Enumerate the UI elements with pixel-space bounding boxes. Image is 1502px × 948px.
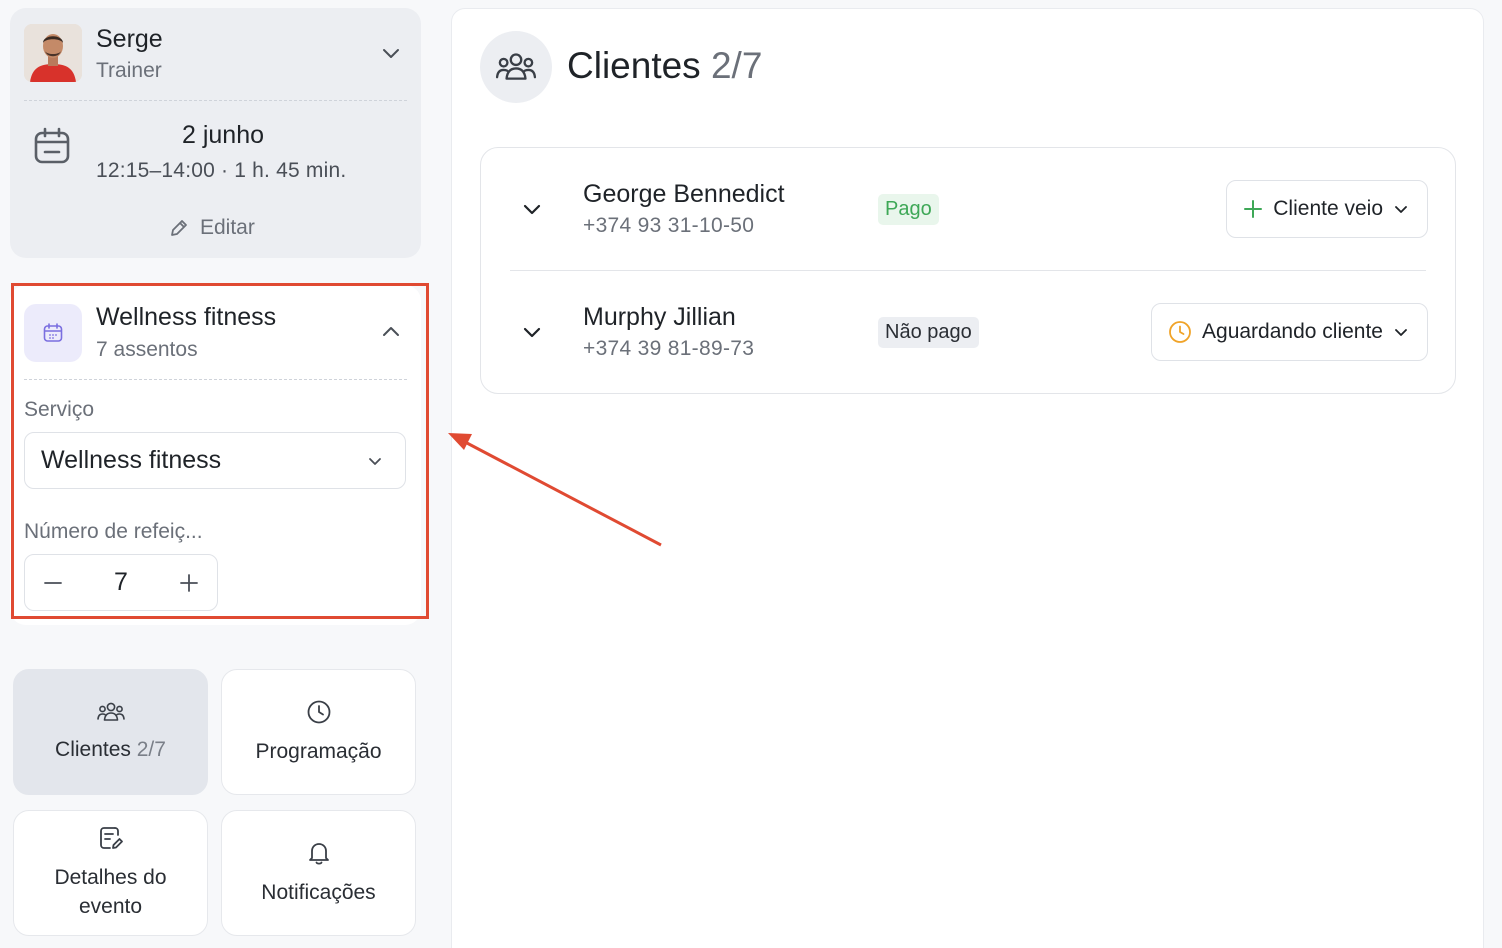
trainer-role: Trainer: [96, 59, 162, 82]
attendance-status-label: Cliente veio: [1273, 197, 1383, 220]
chevron-down-icon: [1395, 329, 1407, 336]
trainer-name: Serge: [96, 25, 163, 53]
people-icon: [96, 702, 125, 721]
increment-button[interactable]: [177, 571, 201, 595]
client-name: Murphy Jillian: [583, 303, 736, 331]
chevron-down-icon: [369, 457, 381, 465]
tab-schedule-label: Programação: [255, 739, 382, 763]
pencil-icon: [171, 220, 187, 236]
chevron-up-icon[interactable]: [380, 321, 402, 343]
edit-document-icon: [99, 827, 123, 849]
service-seats: 7 assentos: [96, 338, 198, 361]
tab-notifications-label: Notificações: [261, 880, 376, 904]
payment-status-badge: Não pago: [878, 317, 979, 348]
client-phone: +374 93 31-10-50: [583, 214, 755, 237]
chevron-down-icon: [1395, 206, 1407, 213]
tab-event-details-label: Detalhes do evento: [54, 866, 167, 918]
trainer-avatar: [24, 24, 82, 82]
tab-schedule[interactable]: Programação: [221, 669, 416, 795]
selected-service: Wellness fitness: [41, 446, 222, 474]
client-name: George Bennedict: [583, 180, 785, 208]
clients-panel: Clientes 2/7 George Bennedict +374 93 31…: [451, 8, 1484, 948]
tab-clients[interactable]: Clientes 2/7: [13, 669, 208, 795]
service-field-label: Serviço: [24, 398, 95, 421]
attendance-status-dropdown[interactable]: Aguardando cliente: [1151, 303, 1428, 361]
clients-list: George Bennedict +374 93 31-10-50 Pago C…: [480, 147, 1456, 394]
expand-chevron-icon[interactable]: [521, 321, 543, 343]
decrement-button[interactable]: [41, 571, 65, 595]
minus-icon: [44, 581, 62, 584]
calendar-icon: [32, 126, 72, 166]
clock-icon: [1169, 321, 1191, 343]
people-icon: [480, 31, 552, 103]
edit-label: Editar: [200, 216, 255, 239]
service-select[interactable]: Wellness fitness: [24, 432, 406, 489]
client-row: Murphy Jillian +374 39 81-89-73 Não pago…: [481, 271, 1457, 393]
trainer-card: Serge Trainer 2 junho 12:15–14:00 · 1 h.…: [10, 8, 421, 258]
meals-stepper: 7: [24, 554, 218, 611]
clock-icon: [307, 700, 330, 723]
service-card: Wellness fitness 7 assentos Serviço Well…: [10, 285, 421, 625]
attendance-status-label: Aguardando cliente: [1202, 320, 1383, 343]
attendance-status-dropdown[interactable]: Cliente veio: [1226, 180, 1428, 238]
event-date: 2 junho: [181, 121, 265, 149]
service-calendar-icon: [24, 304, 82, 362]
chevron-down-icon[interactable]: [380, 42, 402, 64]
tab-event-details[interactable]: Detalhes do evento: [13, 810, 208, 936]
expand-chevron-icon[interactable]: [521, 198, 543, 220]
meals-field-label: Número de refeiç...: [24, 520, 203, 543]
client-row: George Bennedict +374 93 31-10-50 Pago C…: [481, 148, 1457, 270]
divider: [24, 379, 407, 380]
tab-clients-label: Clientes 2/7: [55, 737, 166, 761]
payment-status-badge: Pago: [878, 194, 939, 225]
edit-event-button[interactable]: Editar: [168, 212, 255, 244]
plus-icon: [180, 573, 198, 592]
client-phone: +374 39 81-89-73: [583, 337, 755, 360]
page-title: Clientes 2/7: [567, 45, 763, 86]
event-time: 12:15–14:00 · 1 h. 45 min.: [96, 159, 347, 182]
service-name: Wellness fitness: [96, 303, 277, 331]
bell-icon: [308, 842, 329, 865]
divider: [24, 100, 407, 101]
meals-value[interactable]: 7: [114, 568, 128, 597]
tab-notifications[interactable]: Notificações: [221, 810, 416, 936]
plus-icon: [1244, 200, 1263, 218]
